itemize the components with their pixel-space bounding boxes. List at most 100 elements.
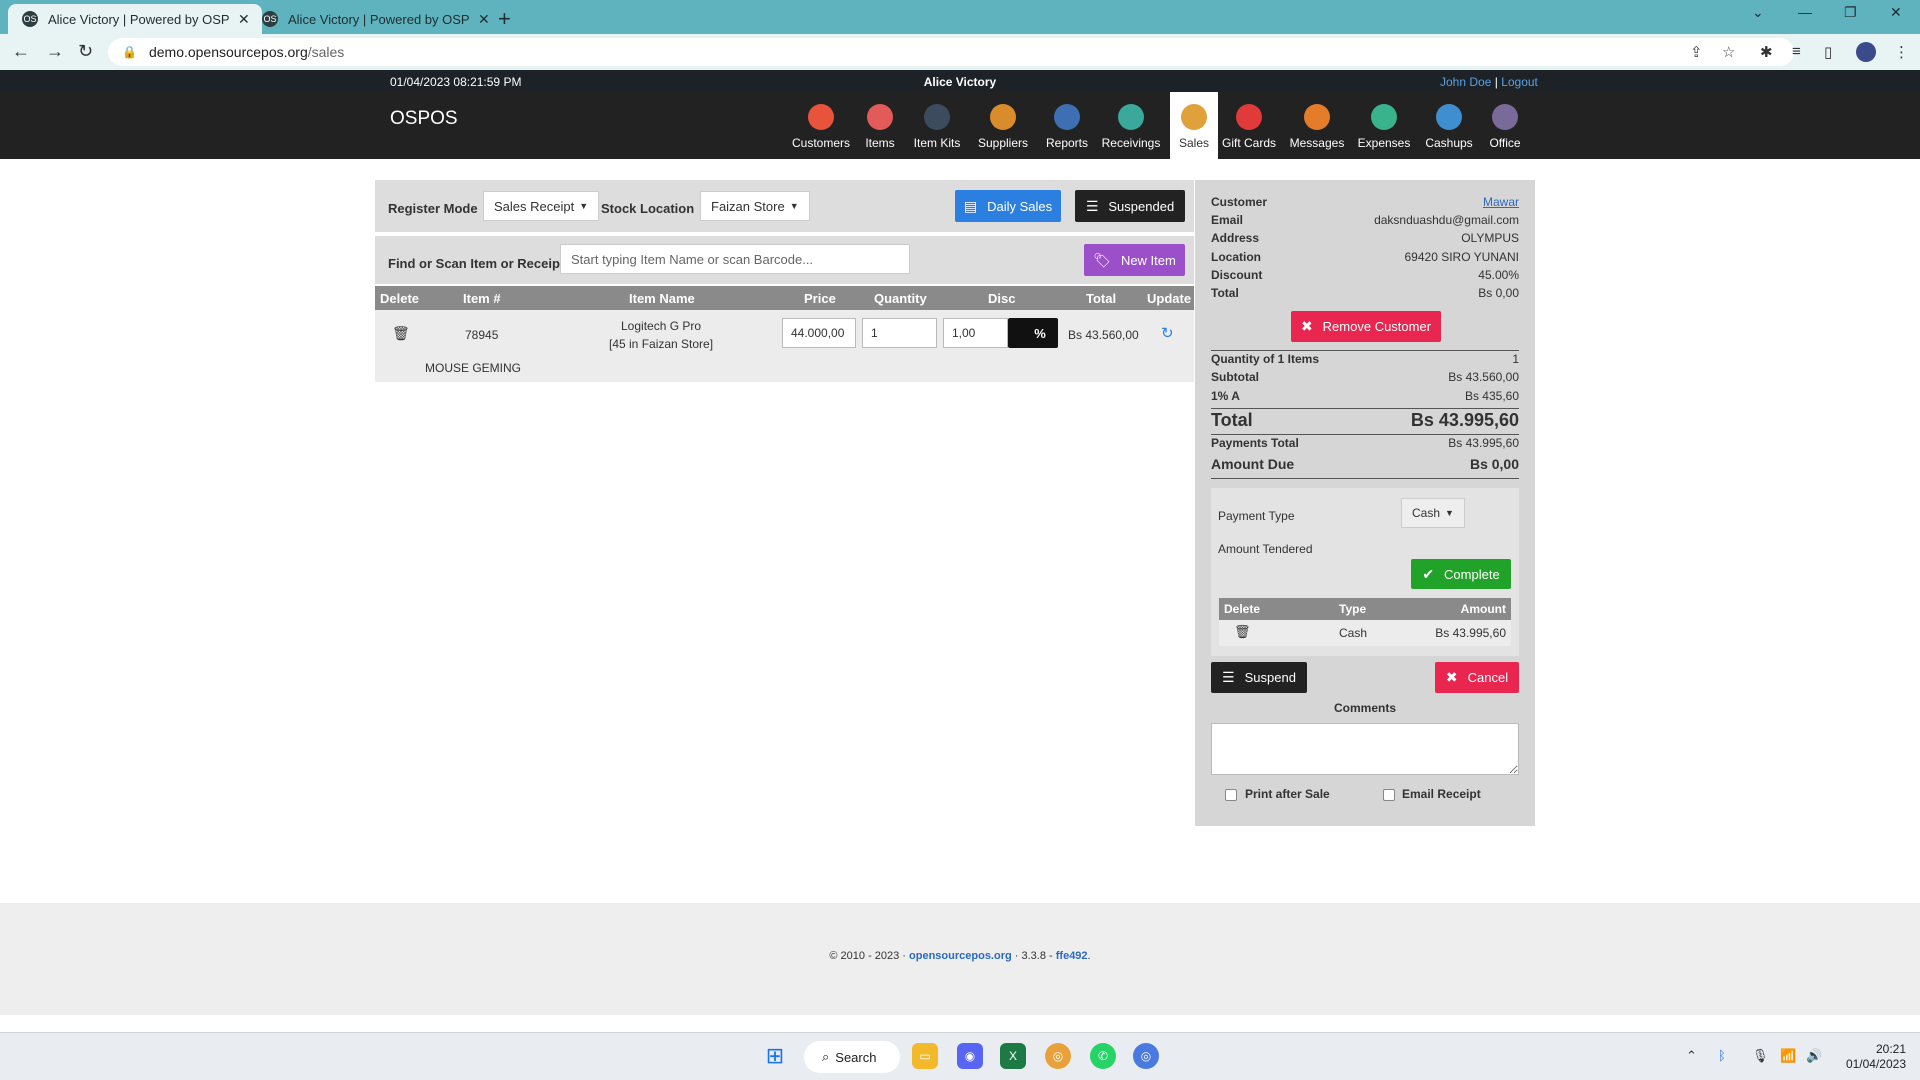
user-name-link[interactable]: John Doe (1440, 75, 1491, 89)
customer-info-value: OLYMPUS (1461, 231, 1519, 245)
nav-module-office[interactable]: Office (1483, 92, 1528, 159)
summary-payments: Payments Total Bs 43.995,60 (1211, 436, 1519, 452)
col-total: Total (1086, 291, 1117, 306)
bluetooth-icon[interactable]: ᛒ (1718, 1048, 1726, 1063)
nav-module-customers[interactable]: Customers (787, 92, 855, 159)
wifi-icon[interactable]: 📶 (1780, 1048, 1796, 1064)
nav-module-label: Messages (1289, 136, 1345, 150)
profile-avatar[interactable] (1856, 42, 1876, 62)
email-receipt-checkbox[interactable] (1383, 789, 1395, 801)
browser-menu-icon[interactable]: ⋮ (1894, 43, 1909, 61)
address-bar[interactable]: 🔒 demo.opensourcepos.org/sales (108, 38, 1794, 66)
remove-customer-button[interactable]: ✖ Remove Customer (1291, 311, 1441, 342)
quantity-input[interactable]: 1 (862, 318, 937, 348)
delete-trash-icon[interactable]: 🗑 (392, 325, 410, 342)
nav-module-expenses[interactable]: Expenses (1354, 92, 1414, 159)
nav-module-item-kits[interactable]: Item Kits (903, 92, 971, 159)
nav-module-label: Sales (1178, 136, 1210, 150)
quantity-label: Quantity of 1 Items (1211, 352, 1320, 366)
nav-module-messages[interactable]: Messages (1287, 92, 1347, 159)
chrome-profile-icon[interactable]: ◎ (1133, 1043, 1159, 1069)
tab-search-chevron-icon[interactable]: ⌄ (1752, 4, 1764, 21)
back-icon[interactable]: ← (12, 41, 30, 62)
divider (1211, 408, 1519, 409)
discord-icon[interactable]: ◉ (957, 1043, 983, 1069)
remove-customer-label: Remove Customer (1322, 319, 1432, 334)
volume-icon[interactable]: 🔊 (1806, 1048, 1822, 1064)
register-mode-select[interactable]: Sales Receipt ▼ (483, 191, 600, 221)
tab-title: Alice Victory | Powered by OSPOS (48, 11, 230, 27)
refresh-icon[interactable]: ↻ (1161, 324, 1174, 342)
close-window-icon[interactable]: ✕ (1890, 4, 1902, 21)
nav-module-label: Item Kits (913, 136, 961, 150)
minimize-icon[interactable]: — (1798, 4, 1812, 20)
nav-module-gift-cards[interactable]: Gift Cards (1212, 92, 1287, 159)
maximize-icon[interactable]: ❐ (1844, 4, 1857, 21)
brand-logo[interactable]: OSPOS (390, 108, 458, 130)
suspended-button[interactable]: ☰ Suspended (1075, 190, 1185, 222)
forward-icon[interactable]: → (46, 41, 64, 62)
file-explorer-icon[interactable]: ▭ (912, 1043, 938, 1069)
price-input[interactable]: 44.000,00 (782, 318, 856, 348)
customer-name-link[interactable]: Mawar (1483, 195, 1519, 209)
amount-due-value: Bs 0,00 (1469, 456, 1519, 472)
office-module-icon (1492, 104, 1518, 130)
bookmark-star-icon[interactable]: ☆ (1722, 43, 1735, 61)
suspend-button[interactable]: ☰ Suspend (1211, 662, 1307, 693)
cancel-button[interactable]: ✖ Cancel (1435, 662, 1519, 693)
nav-module-items[interactable]: Items (860, 92, 900, 159)
comments-textarea[interactable] (1211, 723, 1519, 775)
cart-table-header: Delete Item # Item Name Price Quantity D… (375, 286, 1194, 310)
delete-payment-trash-icon[interactable]: 🗑 (1234, 624, 1251, 640)
footer-text: © 2010 - 2023 · opensourcepos.org · 3.3.… (0, 950, 1920, 962)
share-icon[interactable]: ⇪ (1690, 43, 1703, 61)
nav-module-label: Suppliers (977, 136, 1029, 150)
print-after-sale-checkbox[interactable] (1225, 789, 1237, 801)
footer-commit-link[interactable]: ffe492 (1056, 950, 1088, 962)
sale-summary-panel: Customer Mawar Email daksnduashdu@gmail.com… (1195, 180, 1535, 826)
reading-list-icon[interactable]: ≡ (1792, 43, 1801, 60)
excel-icon[interactable]: X (1000, 1043, 1026, 1069)
windows-start-icon[interactable]: ⊞ (762, 1043, 788, 1069)
daily-sales-button[interactable]: ▤ Daily Sales (955, 190, 1061, 222)
browser-tab-active[interactable]: OS Alice Victory | Powered by OSPOS ✕ (8, 4, 262, 34)
taskbar-clock[interactable]: 20:21 01/04/2023 (1836, 1042, 1906, 1072)
customer-info-row: Total Bs 0,00 (1211, 286, 1519, 302)
chrome-icon[interactable]: ◎ (1045, 1043, 1071, 1069)
payment-row: 🗑 Cash Bs 43.995,60 (1219, 620, 1511, 646)
payments-value: Bs 43.995,60 (1448, 436, 1519, 450)
discount-type-toggle[interactable]: % (1008, 318, 1058, 348)
taskbar-search[interactable]: ⌕ Search (804, 1041, 900, 1073)
receivings-module-icon (1118, 104, 1144, 130)
footer-site-link[interactable]: opensourcepos.org (909, 950, 1012, 962)
browser-tab[interactable]: OS Alice Victory | Powered by OSPOS ✕ (248, 4, 502, 34)
stock-location-select[interactable]: Faizan Store ▼ (700, 191, 810, 221)
tray-chevron-icon[interactable]: ⌃ (1686, 1048, 1697, 1064)
new-item-button[interactable]: 🏷 New Item (1084, 244, 1185, 276)
microphone-icon[interactable]: 🎙 (1752, 1048, 1769, 1064)
payment-type-select[interactable]: Cash ▼ (1401, 498, 1465, 528)
find-item-panel: Find or Scan Item or Receipt Start typin… (375, 236, 1194, 284)
col-disc: Disc (988, 291, 1016, 306)
discount-input[interactable]: 1,00 (943, 318, 1008, 348)
extensions-icon[interactable]: ✱ (1760, 43, 1773, 61)
new-tab-icon[interactable]: + (498, 6, 511, 32)
nav-module-receivings[interactable]: Receivings (1094, 92, 1169, 159)
suspend-label: Suspend (1244, 670, 1296, 685)
items-module-icon (867, 104, 893, 130)
nav-module-cashups[interactable]: Cashups (1423, 92, 1476, 159)
complete-button[interactable]: ✔ Complete (1411, 559, 1511, 589)
close-tab-icon[interactable]: ✕ (478, 11, 490, 28)
logout-link[interactable]: Logout (1501, 75, 1538, 89)
payments-table-header: Delete Type Amount (1219, 598, 1511, 620)
whatsapp-icon[interactable]: ✆ (1090, 1043, 1116, 1069)
side-panel-icon[interactable]: ▯ (1824, 43, 1832, 61)
customer-info-value: 45.00% (1478, 268, 1519, 282)
lock-icon[interactable]: 🔒 (122, 45, 137, 59)
item-search-input[interactable]: Start typing Item Name or scan Barcode..… (560, 244, 910, 274)
nav-module-suppliers[interactable]: Suppliers (969, 92, 1037, 159)
nav-module-reports[interactable]: Reports (1041, 92, 1094, 159)
reload-icon[interactable]: ↻ (78, 41, 93, 62)
url-host: demo.opensourcepos.org (148, 44, 308, 60)
summary-total: Total Bs 43.995,60 (1211, 410, 1519, 432)
